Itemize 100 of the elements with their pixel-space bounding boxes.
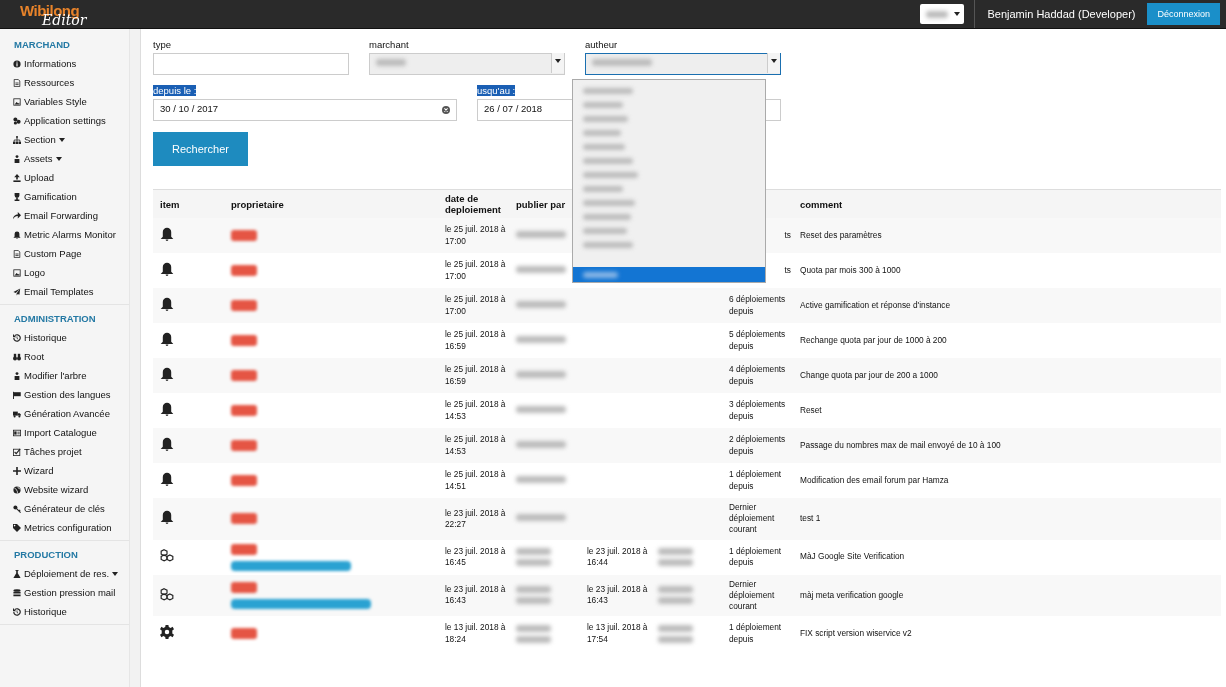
table-cell: màj meta verification google: [800, 589, 904, 600]
table-cell: 1 déploiement depuis: [729, 545, 782, 568]
table-cell: Quota par mois 300 à 1000: [800, 264, 901, 275]
logout-button[interactable]: Déconnexion: [1147, 3, 1220, 25]
sidebar-item[interactable]: Génération Avancée: [0, 404, 129, 423]
table-cell: 3 déploiements depuis: [729, 399, 786, 421]
table-cell: Passage du nombres max de mail envoyé de 10 à 100: [800, 439, 1001, 450]
blurred-text: [516, 586, 551, 594]
dropdown-list[interactable]: [572, 79, 766, 283]
field-label: marchant: [369, 39, 410, 50]
field-label: usqu'au :: [477, 85, 516, 96]
sidebar-item[interactable]: Root: [0, 347, 129, 366]
table-cell: 1 déploiement depuis: [729, 622, 782, 644]
sidebar-item[interactable]: Upload: [0, 168, 129, 187]
image-icon: [13, 268, 21, 277]
table-cell: Reset des paramètres: [800, 229, 882, 240]
bell-icon: [160, 401, 174, 416]
search-button[interactable]: Rechercher: [153, 132, 248, 166]
blurred-text: [658, 548, 693, 556]
document-icon: [13, 249, 21, 258]
scrollbar[interactable]: [130, 29, 141, 687]
table-cell: le 25 juil. 2018 à 17:00: [445, 294, 506, 316]
sidebar-item[interactable]: Section: [0, 130, 129, 149]
table-cell: Active gamification et réponse d'instance: [800, 299, 951, 310]
sidebar-item[interactable]: Assets: [0, 149, 129, 168]
field-label: type: [153, 39, 172, 50]
sidebar-item[interactable]: Wizard: [0, 461, 129, 480]
blurred-tag: [231, 230, 257, 241]
table-cell: le 13 juil. 2018 à 17:54: [587, 622, 648, 644]
table-cell: 6 déploiements depuis: [729, 294, 786, 316]
sidebar-item[interactable]: Email Templates: [0, 282, 129, 301]
blurred-text: [516, 514, 566, 522]
table-cell: Modification des email forum par Hamza: [800, 474, 949, 485]
table-cell: ts: [784, 229, 791, 240]
blurred-text: [516, 559, 551, 567]
sidebar-item[interactable]: Informations: [0, 54, 129, 73]
table-cell: le 23 juil. 2018 à 16:44: [587, 545, 648, 568]
sidebar-item[interactable]: Ressources: [0, 73, 129, 92]
date-field[interactable]: 30 / 10 / 2017: [153, 99, 457, 121]
table-cell: le 23 juil. 2018 à 16:43: [445, 584, 506, 606]
table-cell: 4 déploiements depuis: [729, 364, 786, 386]
table-cell: le 23 juil. 2018 à 22:27: [445, 507, 506, 529]
table-cell: le 25 juil. 2018 à 14:51: [445, 469, 506, 491]
sidebar-item[interactable]: Générateur de clés: [0, 499, 129, 518]
blurred-tag: [231, 335, 257, 346]
history-icon: [13, 333, 21, 342]
image-icon: [13, 97, 21, 106]
type-field[interactable]: [153, 53, 349, 75]
field-label: depuis le :: [153, 85, 197, 96]
bell-icon: [160, 510, 174, 525]
table-cell: Change quota par jour de 200 a 1000: [800, 369, 938, 380]
sidebar-item[interactable]: Metrics configuration: [0, 518, 129, 537]
sidebar-item[interactable]: Metric Alarms Monitor: [0, 225, 129, 244]
blurred-text: [516, 624, 551, 632]
table-cell: 5 déploiements depuis: [729, 329, 786, 351]
sidebar-item[interactable]: Logo: [0, 263, 129, 282]
table-cell: 1 déploiement depuis: [729, 469, 782, 491]
globe-icon: [13, 485, 21, 494]
share-icon: [13, 211, 21, 220]
blurred-tag: [231, 513, 257, 525]
table-cell: le 25 juil. 2018 à 14:53: [445, 399, 506, 421]
gears-icon: [13, 116, 21, 125]
sidebar-item[interactable]: Custom Page: [0, 244, 129, 263]
sidebar-item[interactable]: Variables Style: [0, 92, 129, 111]
sidebar-item[interactable]: Gestion des langues: [0, 385, 129, 404]
card-icon: [13, 428, 21, 437]
blurred-link[interactable]: [231, 560, 351, 571]
blurred-link[interactable]: [231, 598, 371, 609]
sidebar-item[interactable]: Modifier l'arbre: [0, 366, 129, 385]
person-icon: [13, 371, 21, 380]
blurred-tag: [231, 300, 257, 311]
sidebar-item[interactable]: Application settings: [0, 111, 129, 130]
bell-icon: [160, 331, 174, 346]
sidebar-item[interactable]: Import Catalogue: [0, 423, 129, 442]
sidebar-item[interactable]: Gestion pression mail: [0, 583, 129, 602]
sidebar-item[interactable]: Gamification: [0, 187, 129, 206]
sidebar-item[interactable]: Historique: [0, 328, 129, 347]
clear-icon[interactable]: [442, 106, 450, 114]
sidebar-item[interactable]: Déploiement de res.: [0, 564, 129, 583]
blurred-text: [516, 335, 566, 343]
blurred-tag: [231, 475, 257, 486]
table-cell: Dernier déploiement courant: [729, 578, 775, 611]
sidebar-item[interactable]: Historique: [0, 602, 129, 621]
blurred-tag: [231, 405, 257, 416]
blurred-tag: [231, 628, 257, 640]
blurred-tag: [231, 370, 257, 381]
sidebar-item[interactable]: Email Forwarding: [0, 206, 129, 225]
document-icon: [13, 78, 21, 87]
author-select[interactable]: [585, 53, 781, 75]
blurred-text: [516, 440, 566, 448]
blurred-text: [516, 265, 566, 273]
sidebar-item[interactable]: Website wizard: [0, 480, 129, 499]
blurred-text: [516, 230, 566, 238]
database-icon: [13, 588, 21, 597]
sidebar-item[interactable]: Tâches projet: [0, 442, 129, 461]
account-select[interactable]: [920, 4, 965, 24]
merchant-select[interactable]: [369, 53, 565, 75]
blurred-tag: [231, 581, 257, 593]
paper-plane-icon: [13, 287, 21, 296]
section-title: MARCHAND: [13, 38, 71, 52]
